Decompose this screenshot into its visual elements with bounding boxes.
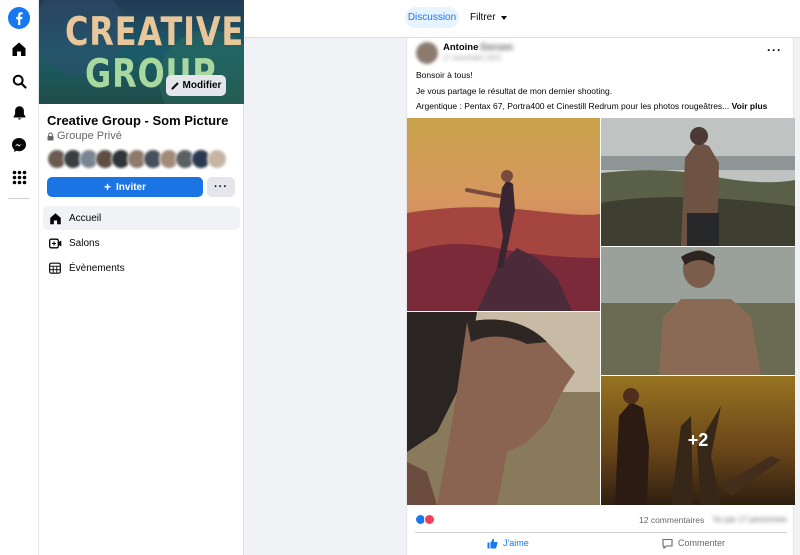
facebook-logo-icon[interactable]	[8, 7, 30, 29]
post-text-content: Argentique : Pentax 67, Portra400 et Cin…	[416, 101, 730, 111]
thumbs-up-icon	[487, 538, 498, 548]
group-name[interactable]: Creative Group - Som Picture	[47, 113, 228, 128]
post-author[interactable]: Antoine Dorsen	[443, 42, 513, 53]
nav-item-rooms[interactable]: Salons	[43, 231, 240, 255]
nav-item-label: Évènements	[69, 262, 125, 274]
nav-item-home[interactable]: Accueil	[43, 206, 240, 230]
filter-dropdown[interactable]: Filtrer	[470, 7, 507, 28]
group-cover-photo[interactable]: CREATIVE GROUP Modifier	[39, 0, 244, 104]
post-options-button[interactable]: ···	[767, 43, 782, 57]
menu-grid-icon[interactable]	[8, 166, 30, 188]
member-avatar[interactable]	[207, 149, 227, 169]
author-avatar[interactable]	[416, 42, 438, 64]
calendar-icon	[48, 261, 62, 275]
post-photo[interactable]: +2	[601, 376, 795, 505]
post-photo[interactable]	[407, 118, 600, 311]
comment-button[interactable]: Commenter	[662, 535, 725, 551]
nav-item-label: Salons	[69, 237, 100, 249]
group-privacy-label: Groupe Privé	[57, 130, 122, 142]
messenger-icon[interactable]	[8, 134, 30, 156]
cover-title-line1: CREATIVE	[65, 10, 244, 55]
edit-cover-label: Modifier	[182, 80, 222, 91]
comments-count[interactable]: 12 commentaires	[639, 515, 704, 525]
tab-discussion[interactable]: Discussion	[405, 7, 459, 28]
nav-item-label: Accueil	[69, 212, 102, 224]
author-first-name: Antoine	[443, 42, 479, 53]
group-tab-bar: Discussion Filtrer	[244, 0, 800, 38]
group-sidebar: CREATIVE GROUP Modifier Creative Group -…	[39, 0, 244, 555]
search-icon[interactable]	[8, 70, 30, 92]
caret-down-icon	[500, 15, 507, 20]
like-label: J'aime	[503, 538, 529, 548]
edit-cover-button[interactable]: Modifier	[166, 75, 226, 96]
post-text-line: Argentique : Pentax 67, Portra400 et Cin…	[416, 101, 767, 111]
post-photo[interactable]	[601, 247, 795, 375]
post-text-line: Je vous partage le résultat de mon derni…	[416, 86, 613, 96]
like-button[interactable]: J'aime	[487, 535, 529, 551]
reactions-summary[interactable]: 12 commentaires Vu par 17 personnes	[415, 512, 787, 530]
comment-icon	[662, 538, 673, 549]
photo-image	[407, 312, 600, 505]
pencil-icon	[171, 82, 179, 90]
invite-label: Inviter	[116, 181, 147, 193]
home-icon[interactable]	[8, 38, 30, 60]
reaction-icons	[415, 514, 435, 525]
post-text-line: Bonsoir à tous!	[416, 70, 473, 80]
photo-image	[601, 247, 795, 375]
photo-image	[407, 118, 600, 311]
lock-icon	[47, 132, 54, 140]
member-avatars[interactable]	[47, 149, 227, 171]
post-timestamp[interactable]: 17 novembre 2021	[443, 55, 501, 62]
post-photo[interactable]	[601, 118, 795, 246]
plus-icon: +	[103, 180, 111, 194]
left-rail	[0, 0, 39, 555]
invite-button[interactable]: + Inviter	[47, 177, 203, 197]
photo-image	[601, 118, 795, 246]
nav-item-events[interactable]: Évènements	[43, 256, 240, 280]
more-photos-overlay[interactable]: +2	[601, 376, 795, 505]
author-last-name: Dorsen	[480, 42, 514, 53]
comment-label: Commenter	[678, 538, 726, 548]
group-privacy: Groupe Privé	[47, 130, 122, 142]
group-more-button[interactable]: ···	[207, 177, 235, 197]
action-divider	[415, 532, 787, 533]
home-icon	[48, 211, 62, 225]
post-card: Antoine Dorsen 17 novembre 2021 ··· Bons…	[406, 38, 795, 555]
notifications-bell-icon[interactable]	[8, 102, 30, 124]
seen-count[interactable]: Vu par 17 personnes	[713, 515, 787, 524]
filter-label: Filtrer	[470, 12, 496, 23]
post-photo[interactable]	[407, 312, 600, 505]
love-reaction-icon	[424, 514, 435, 525]
see-more-link[interactable]: Voir plus	[732, 101, 768, 111]
video-plus-icon	[48, 236, 62, 250]
rail-divider	[8, 198, 30, 199]
